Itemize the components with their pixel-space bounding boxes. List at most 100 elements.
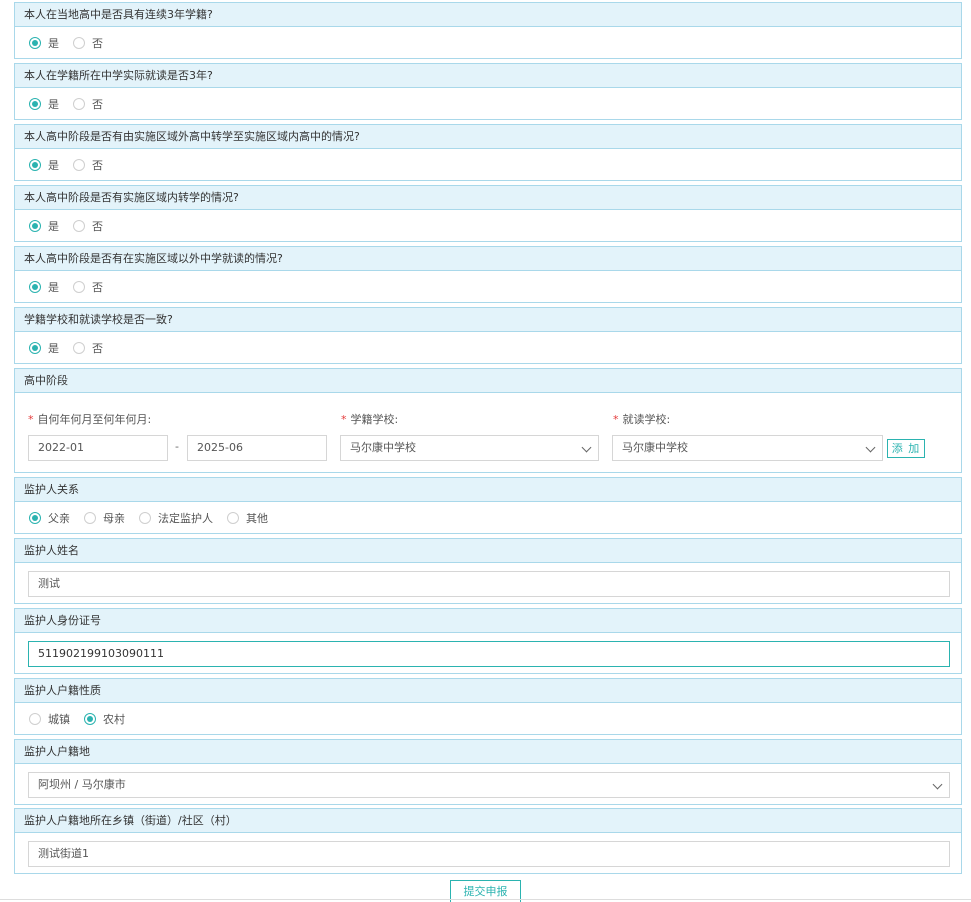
attended-school-select[interactable]: 马尔康中学校 xyxy=(612,435,883,461)
radio-checked-icon[interactable] xyxy=(29,341,41,354)
section-title: 高中阶段 xyxy=(15,369,961,393)
street-input[interactable]: 测试街道1 xyxy=(28,841,950,867)
radio-other[interactable]: 其他 xyxy=(227,510,268,526)
radio-yes[interactable]: 是 xyxy=(29,218,59,234)
guardian-id-section: 监护人身份证号 511902199103090111 xyxy=(14,608,962,674)
question-section-2: 本人在学籍所在中学实际就读是否3年? 是 否 xyxy=(14,63,962,120)
radio-checked-icon[interactable] xyxy=(29,280,41,293)
section-title: 监护人关系 xyxy=(15,478,961,502)
radio-checked-icon[interactable] xyxy=(29,97,41,110)
radio-label: 否 xyxy=(92,219,103,233)
radio-unchecked-icon[interactable] xyxy=(73,97,85,110)
question-title: 本人高中阶段是否有在实施区域以外中学就读的情况? xyxy=(15,247,961,271)
radio-label: 否 xyxy=(92,280,103,294)
radio-rural[interactable]: 农村 xyxy=(84,711,125,727)
radio-label: 母亲 xyxy=(103,511,125,525)
radio-unchecked-icon[interactable] xyxy=(227,511,239,524)
question-title: 本人高中阶段是否有由实施区域外高中转学至实施区域内高中的情况? xyxy=(15,125,961,149)
radio-label: 是 xyxy=(48,36,59,50)
chevron-down-icon xyxy=(865,442,876,453)
radio-yes[interactable]: 是 xyxy=(29,340,59,356)
radio-legal-guardian[interactable]: 法定监护人 xyxy=(139,510,213,526)
radio-label: 法定监护人 xyxy=(158,511,213,525)
radio-urban[interactable]: 城镇 xyxy=(29,711,70,727)
guardian-name-section: 监护人姓名 测试 xyxy=(14,538,962,604)
radio-yes[interactable]: 是 xyxy=(29,279,59,295)
radio-label: 是 xyxy=(48,97,59,111)
radio-label: 否 xyxy=(92,341,103,355)
guardian-hukou-type-section: 监护人户籍性质 城镇 农村 xyxy=(14,678,962,735)
guardian-name-input[interactable]: 测试 xyxy=(28,571,950,597)
registered-school-select[interactable]: 马尔康中学校 xyxy=(340,435,599,461)
question-title: 本人在学籍所在中学实际就读是否3年? xyxy=(15,64,961,88)
radio-label: 农村 xyxy=(103,712,125,726)
required-mark: * xyxy=(28,413,34,426)
radio-label: 否 xyxy=(92,158,103,172)
radio-unchecked-icon[interactable] xyxy=(84,511,96,524)
radio-no[interactable]: 否 xyxy=(73,157,103,173)
radio-unchecked-icon[interactable] xyxy=(139,511,151,524)
question-section-1: 本人在当地高中是否具有连续3年学籍? 是 否 xyxy=(14,2,962,59)
radio-unchecked-icon[interactable] xyxy=(73,36,85,49)
add-button[interactable]: 添 加 xyxy=(887,439,925,458)
select-value: 阿坝州 / 马尔康市 xyxy=(38,778,126,791)
radio-label: 城镇 xyxy=(48,712,70,726)
period-label: * 自何年何月至何年何月: xyxy=(28,413,152,426)
radio-yes[interactable]: 是 xyxy=(29,35,59,51)
select-value: 马尔康中学校 xyxy=(622,441,688,454)
radio-father[interactable]: 父亲 xyxy=(29,510,70,526)
radio-unchecked-icon[interactable] xyxy=(73,158,85,171)
required-mark: * xyxy=(341,413,347,426)
radio-label: 父亲 xyxy=(48,511,70,525)
radio-checked-icon[interactable] xyxy=(29,36,41,49)
radio-checked-icon[interactable] xyxy=(84,712,96,725)
radio-label: 是 xyxy=(48,158,59,172)
question-title: 学籍学校和就读学校是否一致? xyxy=(15,308,961,332)
radio-no[interactable]: 否 xyxy=(73,340,103,356)
registered-school-label: * 学籍学校: xyxy=(341,413,399,426)
chevron-down-icon xyxy=(581,442,592,453)
section-title: 监护人户籍性质 xyxy=(15,679,961,703)
question-section-5: 本人高中阶段是否有在实施区域以外中学就读的情况? 是 否 xyxy=(14,246,962,303)
radio-checked-icon[interactable] xyxy=(29,158,41,171)
section-title: 监护人户籍地 xyxy=(15,740,961,764)
end-date-input[interactable]: 2025-06 xyxy=(187,435,327,461)
application-form: 本人在当地高中是否具有连续3年学籍? 是 否 本人在学籍所在中学实际就读是否3年… xyxy=(0,0,971,902)
start-date-input[interactable]: 2022-01 xyxy=(28,435,168,461)
radio-unchecked-icon[interactable] xyxy=(73,341,85,354)
radio-label: 其他 xyxy=(246,511,268,525)
radio-no[interactable]: 否 xyxy=(73,218,103,234)
divider xyxy=(0,899,971,900)
question-section-3: 本人高中阶段是否有由实施区域外高中转学至实施区域内高中的情况? 是 否 xyxy=(14,124,962,181)
radio-label: 是 xyxy=(48,219,59,233)
guardian-id-input[interactable]: 511902199103090111 xyxy=(28,641,950,667)
question-section-4: 本人高中阶段是否有实施区域内转学的情况? 是 否 xyxy=(14,185,962,242)
radio-label: 否 xyxy=(92,36,103,50)
select-value: 马尔康中学校 xyxy=(350,441,416,454)
guardian-relation-section: 监护人关系 父亲 母亲 法定监护人 其他 xyxy=(14,477,962,534)
radio-yes[interactable]: 是 xyxy=(29,157,59,173)
radio-mother[interactable]: 母亲 xyxy=(84,510,125,526)
radio-no[interactable]: 否 xyxy=(73,96,103,112)
radio-no[interactable]: 否 xyxy=(73,35,103,51)
section-title: 监护人姓名 xyxy=(15,539,961,563)
radio-label: 是 xyxy=(48,280,59,294)
required-mark: * xyxy=(613,413,619,426)
attended-school-label: * 就读学校: xyxy=(613,413,671,426)
radio-unchecked-icon[interactable] xyxy=(73,219,85,232)
radio-checked-icon[interactable] xyxy=(29,511,41,524)
radio-checked-icon[interactable] xyxy=(29,219,41,232)
section-title: 监护人身份证号 xyxy=(15,609,961,633)
radio-yes[interactable]: 是 xyxy=(29,96,59,112)
chevron-down-icon xyxy=(932,779,943,790)
date-separator: - xyxy=(175,440,179,453)
radio-unchecked-icon[interactable] xyxy=(29,712,41,725)
question-title: 本人在当地高中是否具有连续3年学籍? xyxy=(15,3,961,27)
radio-unchecked-icon[interactable] xyxy=(73,280,85,293)
question-title: 本人高中阶段是否有实施区域内转学的情况? xyxy=(15,186,961,210)
guardian-hukou-place-section: 监护人户籍地 阿坝州 / 马尔康市 xyxy=(14,739,962,805)
section-title: 监护人户籍地所在乡镇（街道）/社区（村） xyxy=(15,809,961,833)
guardian-street-section: 监护人户籍地所在乡镇（街道）/社区（村） 测试街道1 xyxy=(14,808,962,874)
radio-no[interactable]: 否 xyxy=(73,279,103,295)
hukou-place-select[interactable]: 阿坝州 / 马尔康市 xyxy=(28,772,950,798)
